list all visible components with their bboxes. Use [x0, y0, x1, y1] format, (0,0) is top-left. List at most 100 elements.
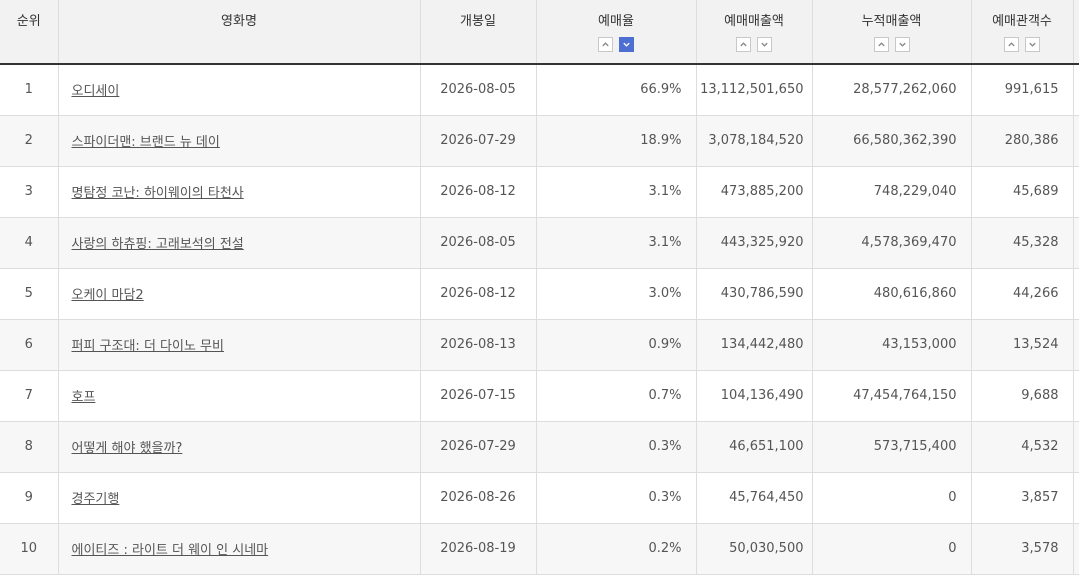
rate-cell: 0.3%	[536, 421, 697, 473]
table-row: 9 경주기행 2026-08-26 0.3% 45,764,450 0 3,85…	[0, 472, 1079, 524]
movie-title-link[interactable]: 스파이더맨: 브랜드 뉴 데이	[72, 135, 220, 150]
extra-cell	[1073, 166, 1079, 218]
sales-cell: 134,442,480	[696, 319, 813, 371]
table-row: 6 퍼피 구조대: 더 다이노 무비 2026-08-13 0.9% 134,4…	[0, 319, 1079, 371]
audience-cell: 45,689	[971, 166, 1074, 218]
sales-cell: 473,885,200	[696, 166, 813, 218]
chevron-up-icon	[602, 42, 609, 47]
rate-cell: 0.3%	[536, 472, 697, 524]
audience-cell: 280,386	[971, 115, 1074, 167]
table-row: 5 오케이 마담2 2026-08-12 3.0% 430,786,590 48…	[0, 268, 1079, 320]
rank-cell: 8	[0, 421, 59, 473]
chevron-down-icon	[1029, 42, 1036, 47]
sales-cell: 104,136,490	[696, 370, 813, 422]
sales-cell: 443,325,920	[696, 217, 813, 269]
rate-cell: 0.7%	[536, 370, 697, 422]
movie-title-link[interactable]: 사랑의 하츄핑: 고래보석의 전설	[72, 237, 244, 252]
sales-cell: 430,786,590	[696, 268, 813, 320]
sales-cell: 45,764,450	[696, 472, 813, 524]
table-row: 1 오디세이 2026-08-05 66.9% 13,112,501,650 2…	[0, 64, 1079, 116]
header-release: 개봉일	[420, 0, 537, 65]
audience-sort-asc-button[interactable]	[1004, 37, 1019, 52]
rate-cell: 18.9%	[536, 115, 697, 167]
header-audience-label: 예매관객수	[992, 14, 1052, 29]
header-cum-sales-label: 누적매출액	[861, 14, 922, 29]
release-cell: 2026-07-29	[420, 421, 537, 473]
header-title: 영화명	[58, 0, 421, 65]
sales-cell: 46,651,100	[696, 421, 813, 473]
table-row: 3 명탐정 코난: 하이웨이의 타천사 2026-08-12 3.1% 473,…	[0, 166, 1079, 218]
rate-sort-desc-button[interactable]	[619, 37, 634, 52]
extra-cell	[1073, 421, 1079, 473]
extra-cell	[1073, 370, 1079, 422]
movie-title-link[interactable]: 어떻게 해야 했을까?	[72, 441, 183, 456]
cum-sales-cell: 573,715,400	[812, 421, 972, 473]
movie-title-link[interactable]: 경주기행	[72, 492, 120, 507]
header-cum-sales: 누적매출액	[812, 0, 972, 65]
chevron-down-icon	[623, 42, 630, 47]
cum-sales-cell: 4,578,369,470	[812, 217, 972, 269]
movie-title-link[interactable]: 오케이 마담2	[72, 288, 144, 303]
rate-cell: 0.2%	[536, 523, 697, 575]
movie-title-link[interactable]: 오디세이	[72, 84, 120, 99]
release-cell: 2026-08-12	[420, 166, 537, 218]
chevron-up-icon	[877, 42, 885, 47]
table-row: 2 스파이더맨: 브랜드 뉴 데이 2026-07-29 18.9% 3,078…	[0, 115, 1079, 167]
title-cell: 오디세이	[58, 64, 421, 116]
header-sales: 예매매출액	[696, 0, 813, 65]
header-row: 순위 영화명 개봉일 예매율 예매매출액 누적매출액 예매관객수	[0, 0, 1079, 65]
table-row: 8 어떻게 해야 했을까? 2026-07-29 0.3% 46,651,100…	[0, 421, 1079, 473]
rate-cell: 66.9%	[536, 64, 697, 116]
title-cell: 호프	[58, 370, 421, 422]
audience-sort-controls	[972, 37, 1073, 52]
sales-cell: 3,078,184,520	[696, 115, 813, 167]
cum-sales-sort-asc-button[interactable]	[873, 37, 889, 52]
sales-sort-asc-button[interactable]	[736, 37, 751, 52]
header-audience: 예매관객수	[971, 0, 1074, 65]
movie-title-link[interactable]: 에이티즈 : 라이트 더 웨이 인 시네마	[72, 543, 269, 558]
header-rank: 순위	[0, 0, 59, 65]
table-row: 4 사랑의 하츄핑: 고래보석의 전설 2026-08-05 3.1% 443,…	[0, 217, 1079, 269]
audience-cell: 45,328	[971, 217, 1074, 269]
release-cell: 2026-08-26	[420, 472, 537, 524]
title-cell: 경주기행	[58, 472, 421, 524]
title-cell: 어떻게 해야 했을까?	[58, 421, 421, 473]
audience-cell: 44,266	[971, 268, 1074, 320]
header-extra	[1073, 0, 1079, 65]
release-cell: 2026-07-29	[420, 115, 537, 167]
cum-sales-cell: 47,454,764,150	[812, 370, 972, 422]
rank-cell: 5	[0, 268, 59, 320]
box-office-table: 순위 영화명 개봉일 예매율 예매매출액 누적매출액 예매관객수 1 오디세이 …	[0, 0, 1079, 575]
title-cell: 오케이 마담2	[58, 268, 421, 320]
title-cell: 에이티즈 : 라이트 더 웨이 인 시네마	[58, 523, 421, 575]
audience-sort-desc-button[interactable]	[1025, 37, 1040, 52]
release-cell: 2026-08-05	[420, 217, 537, 269]
table-row: 10 에이티즈 : 라이트 더 웨이 인 시네마 2026-08-19 0.2%…	[0, 523, 1079, 575]
rank-cell: 7	[0, 370, 59, 422]
audience-cell: 13,524	[971, 319, 1074, 371]
extra-cell	[1073, 523, 1079, 575]
extra-cell	[1073, 115, 1079, 167]
release-cell: 2026-08-13	[420, 319, 537, 371]
rank-cell: 9	[0, 472, 59, 524]
release-cell: 2026-08-19	[420, 523, 537, 575]
extra-cell	[1073, 64, 1079, 116]
movie-title-link[interactable]: 퍼피 구조대: 더 다이노 무비	[72, 339, 224, 354]
cum-sales-sort-desc-button[interactable]	[894, 37, 910, 52]
chevron-up-icon	[740, 42, 747, 47]
cum-sales-cell: 66,580,362,390	[812, 115, 972, 167]
rate-cell: 3.1%	[536, 166, 697, 218]
movie-title-link[interactable]: 호프	[72, 390, 96, 405]
cum-sales-cell: 0	[812, 472, 972, 524]
rate-sort-asc-button[interactable]	[598, 37, 613, 52]
rank-cell: 10	[0, 523, 59, 575]
extra-cell	[1073, 217, 1079, 269]
audience-cell: 9,688	[971, 370, 1074, 422]
rank-cell: 3	[0, 166, 59, 218]
rank-cell: 1	[0, 64, 59, 116]
sales-sort-desc-button[interactable]	[757, 37, 772, 52]
rank-cell: 2	[0, 115, 59, 167]
audience-cell: 991,615	[971, 64, 1074, 116]
header-sales-label: 예매매출액	[724, 14, 784, 29]
movie-title-link[interactable]: 명탐정 코난: 하이웨이의 타천사	[72, 186, 244, 201]
